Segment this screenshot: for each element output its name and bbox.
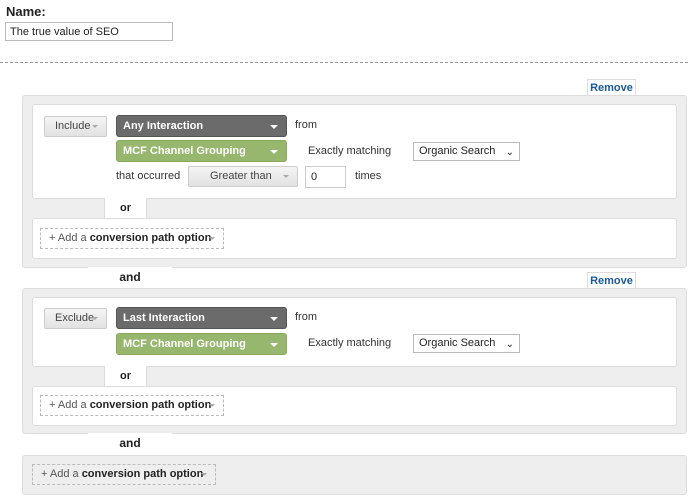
chevron-down-icon: ⌄ bbox=[505, 147, 514, 158]
remove-group-2-button[interactable]: Remove bbox=[587, 272, 636, 289]
chevron-down-icon: ⌄ bbox=[505, 339, 514, 350]
or-label: or bbox=[104, 198, 147, 219]
name-input[interactable] bbox=[5, 22, 173, 41]
add-conversion-path-option-button[interactable]: + Add a conversion path option bbox=[32, 464, 216, 485]
occurred-label: that occurred bbox=[116, 170, 181, 182]
add-prefix: + Add a bbox=[49, 232, 87, 244]
add-conversion-path-option-button[interactable]: + Add a conversion path option bbox=[40, 395, 224, 416]
chevron-down-icon bbox=[270, 150, 278, 154]
value-label: Organic Search bbox=[419, 145, 496, 157]
times-label: times bbox=[355, 170, 382, 182]
chevron-down-icon bbox=[270, 343, 278, 347]
and-label: and bbox=[88, 433, 172, 455]
add-prefix: + Add a bbox=[49, 399, 87, 411]
match-label: Exactly matching bbox=[308, 337, 392, 349]
add-prefix: + Add a bbox=[41, 468, 79, 480]
chevron-down-icon bbox=[283, 175, 289, 178]
value-select[interactable]: Organic Search ⌄ bbox=[413, 142, 520, 161]
or-label: or bbox=[104, 366, 147, 387]
interaction-label: Last Interaction bbox=[123, 312, 205, 324]
chevron-down-icon bbox=[201, 473, 207, 476]
chevron-down-icon bbox=[270, 125, 278, 129]
from-label: from bbox=[295, 119, 317, 131]
from-label: from bbox=[295, 311, 317, 323]
match-label: Exactly matching bbox=[308, 145, 392, 157]
interaction-label: Any Interaction bbox=[123, 120, 204, 132]
name-label: Name: bbox=[6, 4, 46, 19]
include-exclude-button[interactable]: Include bbox=[44, 116, 107, 137]
value-label: Organic Search bbox=[419, 337, 496, 349]
add-bold: conversion path option bbox=[81, 468, 204, 480]
count-input[interactable]: 0 bbox=[305, 166, 346, 188]
add-bold: conversion path option bbox=[89, 232, 212, 244]
interaction-dropdown[interactable]: Any Interaction bbox=[116, 115, 287, 137]
chevron-down-icon bbox=[209, 404, 215, 407]
dimension-label: MCF Channel Grouping bbox=[123, 145, 246, 157]
and-label: and bbox=[88, 267, 172, 289]
divider bbox=[0, 62, 688, 63]
dimension-dropdown[interactable]: MCF Channel Grouping bbox=[116, 333, 287, 355]
chevron-down-icon bbox=[92, 125, 98, 128]
dimension-dropdown[interactable]: MCF Channel Grouping bbox=[116, 140, 287, 162]
comparator-label: Greater than bbox=[210, 170, 272, 182]
remove-group-1-button[interactable]: Remove bbox=[587, 79, 636, 96]
add-bold: conversion path option bbox=[89, 399, 212, 411]
include-exclude-button[interactable]: Exclude bbox=[44, 308, 107, 329]
add-conversion-path-option-button[interactable]: + Add a conversion path option bbox=[40, 228, 224, 249]
mode-label: Include bbox=[55, 120, 91, 132]
chevron-down-icon bbox=[270, 317, 278, 321]
chevron-down-icon bbox=[209, 237, 215, 240]
value-select[interactable]: Organic Search ⌄ bbox=[413, 334, 520, 353]
mode-label: Exclude bbox=[55, 312, 95, 324]
comparator-button[interactable]: Greater than bbox=[188, 166, 298, 187]
chevron-down-icon bbox=[92, 317, 98, 320]
interaction-dropdown[interactable]: Last Interaction bbox=[116, 307, 287, 329]
dimension-label: MCF Channel Grouping bbox=[123, 338, 246, 350]
